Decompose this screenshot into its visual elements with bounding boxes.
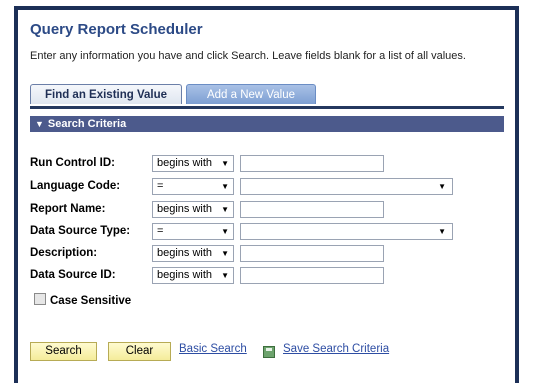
description-input[interactable] — [240, 245, 384, 262]
search-button[interactable]: Search — [30, 342, 97, 361]
field-label: Data Source ID: — [30, 269, 116, 281]
field-label: Report Name: — [30, 203, 106, 215]
chevron-down-icon: ▼ — [221, 271, 229, 280]
language-code-select[interactable]: ▼ — [240, 178, 453, 195]
tab-add-new-value[interactable]: Add a New Value — [186, 84, 316, 104]
field-label: Language Code: — [30, 180, 121, 192]
operator-select[interactable]: begins with ▼ — [152, 201, 234, 218]
operator-select[interactable]: = ▼ — [152, 178, 234, 195]
operator-select[interactable]: begins with ▼ — [152, 267, 234, 284]
data-source-id-input[interactable] — [240, 267, 384, 284]
field-label: Run Control ID: — [30, 157, 115, 169]
operator-select[interactable]: begins with ▼ — [152, 155, 234, 172]
section-label: Search Criteria — [47, 118, 127, 130]
save-search-criteria-link[interactable]: Save Search Criteria — [283, 343, 389, 355]
operator-select[interactable]: = ▼ — [152, 223, 234, 240]
case-sensitive-checkbox[interactable] — [34, 293, 46, 305]
chevron-down-icon: ▼ — [438, 182, 446, 191]
chevron-down-icon: ▼ — [221, 182, 229, 191]
clear-button[interactable]: Clear — [108, 342, 171, 361]
report-name-input[interactable] — [240, 201, 384, 218]
field-label: Data Source Type: — [30, 225, 131, 237]
case-sensitive-option: Case Sensitive — [34, 293, 131, 307]
chevron-down-icon: ▼ — [438, 227, 446, 236]
scheduler-panel: Query Report Scheduler Enter any informa… — [14, 6, 519, 383]
chevron-down-icon: ▼ — [221, 249, 229, 258]
page-title: Query Report Scheduler — [30, 21, 203, 38]
tab-find-existing-value[interactable]: Find an Existing Value — [30, 84, 182, 104]
tab-underline — [30, 106, 504, 109]
data-source-type-select[interactable]: ▼ — [240, 223, 453, 240]
case-sensitive-label: Case Sensitive — [50, 295, 132, 307]
chevron-down-icon: ▼ — [221, 227, 229, 236]
field-label: Description: — [30, 247, 98, 259]
run-control-id-input[interactable] — [240, 155, 384, 172]
chevron-down-icon: ▼ — [221, 205, 229, 214]
save-icon[interactable] — [263, 346, 275, 358]
triangle-down-icon: ▼ — [35, 119, 44, 129]
operator-select[interactable]: begins with ▼ — [152, 245, 234, 262]
chevron-down-icon: ▼ — [221, 159, 229, 168]
basic-search-link[interactable]: Basic Search — [179, 343, 247, 355]
search-criteria-header[interactable]: ▼ Search Criteria — [30, 116, 504, 132]
instructions-text: Enter any information you have and click… — [30, 50, 466, 62]
